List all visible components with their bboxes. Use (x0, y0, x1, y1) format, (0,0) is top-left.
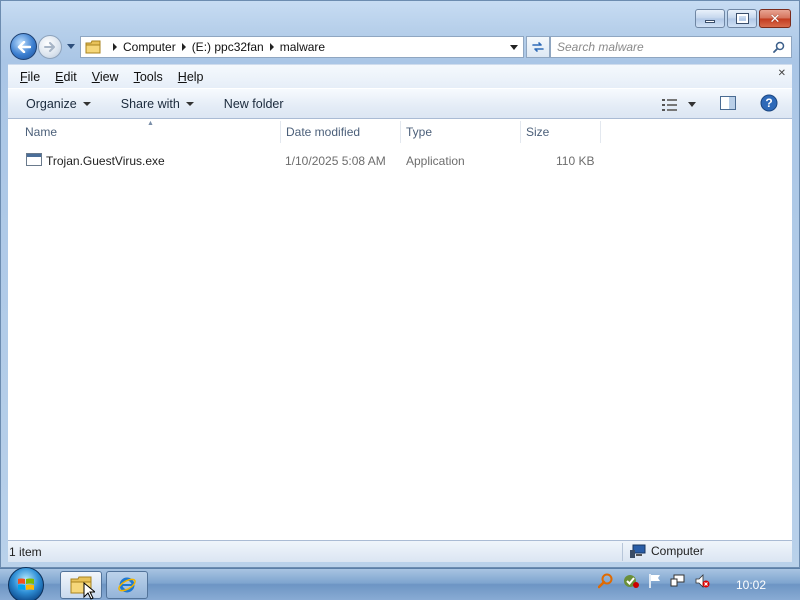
taskbar-explorer-button[interactable] (60, 571, 102, 600)
file-row[interactable]: Trojan.GuestVirus.exe 1/10/2025 5:08 AM … (8, 150, 792, 172)
network-icon[interactable] (670, 573, 686, 589)
minimize-button[interactable] (695, 9, 725, 28)
breadcrumb-malware[interactable]: malware (280, 40, 325, 54)
svg-text:?: ? (765, 96, 772, 110)
search-magnifier-icon[interactable] (598, 573, 614, 589)
mouse-cursor-icon (83, 582, 95, 600)
new-folder-label: New folder (223, 96, 284, 111)
chevron-down-icon (510, 44, 518, 50)
menu-tools[interactable]: Tools (134, 70, 163, 84)
action-center-flag-icon[interactable] (648, 573, 662, 589)
taskbar: 10:02 (0, 567, 800, 600)
help-button[interactable]: ? (760, 94, 778, 115)
application-icon (26, 153, 42, 166)
column-divider[interactable] (400, 121, 401, 143)
navigation-bar: Computer (E:) ppc32fan malware (8, 32, 792, 60)
column-divider[interactable] (600, 121, 601, 143)
arrow-left-icon (17, 40, 31, 53)
status-location: Computer (630, 544, 704, 558)
file-name: Trojan.GuestVirus.exe (46, 154, 165, 168)
item-count: 1 item (9, 544, 42, 559)
sort-up-icon: ▲ (147, 120, 154, 127)
close-button[interactable]: ✕ (759, 9, 791, 28)
new-folder-button[interactable]: New folder (224, 97, 284, 111)
recent-pages-button[interactable] (64, 38, 78, 54)
status-bar: 1 item Computer (8, 540, 792, 562)
address-history-button[interactable] (505, 37, 523, 57)
chevron-down-icon (688, 102, 696, 107)
command-bar: Organize Share with New folder ? (8, 88, 792, 119)
file-date-modified: 1/10/2025 5:08 AM (285, 154, 386, 168)
close-icon: ✕ (769, 11, 781, 26)
column-header-date-modified[interactable]: Date modified (286, 125, 360, 139)
file-list-pane[interactable]: ▲ Name Date modified Type Size Trojan.Gu… (8, 119, 792, 540)
status-divider (622, 543, 623, 561)
menubar-close-icon[interactable]: ✕ (778, 68, 786, 79)
search-box[interactable] (550, 36, 792, 58)
command-bar-right: ? (662, 94, 778, 115)
breadcrumb-drive[interactable]: (E:) ppc32fan (192, 40, 264, 54)
refresh-button[interactable] (526, 36, 550, 58)
search-input[interactable] (557, 40, 767, 54)
chevron-down-icon (82, 101, 91, 106)
security-shield-icon[interactable] (622, 573, 640, 589)
column-headers: ▲ Name Date modified Type Size (8, 119, 792, 145)
forward-button[interactable] (38, 35, 62, 59)
internet-explorer-icon (118, 577, 136, 593)
status-location-label: Computer (651, 544, 704, 558)
column-divider[interactable] (280, 121, 281, 143)
file-type: Application (406, 154, 465, 168)
column-divider[interactable] (520, 121, 521, 143)
menu-file[interactable]: File (20, 70, 40, 84)
menu-bar: File Edit View Tools Help ✕ (8, 64, 792, 88)
caption-buttons: ✕ (695, 9, 791, 28)
menu-help[interactable]: Help (178, 70, 204, 84)
chevron-down-icon (185, 101, 194, 106)
organize-button[interactable]: Organize (26, 97, 91, 111)
help-icon: ? (760, 94, 778, 112)
change-view-button[interactable] (662, 98, 696, 111)
minimize-icon (705, 20, 715, 23)
breadcrumb-arrow-icon[interactable] (269, 43, 274, 51)
maximize-icon (735, 13, 749, 24)
file-size: 110 KB (556, 154, 595, 168)
back-button[interactable] (10, 33, 37, 60)
chevron-down-icon (67, 43, 75, 49)
refresh-icon (532, 42, 544, 52)
column-header-size[interactable]: Size (526, 125, 549, 139)
details-view-icon (662, 98, 677, 111)
volume-muted-icon[interactable] (694, 573, 710, 589)
breadcrumb-arrow-icon[interactable] (181, 43, 186, 51)
arrow-right-icon (44, 42, 55, 52)
menu-view[interactable]: View (92, 70, 119, 84)
column-header-name[interactable]: Name (25, 125, 57, 139)
maximize-button[interactable] (727, 9, 757, 28)
menu-edit[interactable]: Edit (55, 70, 77, 84)
breadcrumb-arrow-icon[interactable] (113, 43, 117, 51)
system-tray (598, 573, 710, 589)
column-header-type[interactable]: Type (406, 125, 432, 139)
computer-icon (630, 544, 646, 558)
share-with-label: Share with (120, 96, 180, 111)
organize-label: Organize (26, 96, 77, 111)
breadcrumb-computer[interactable]: Computer (123, 40, 176, 54)
preview-pane-button[interactable] (720, 96, 736, 113)
preview-pane-icon (720, 96, 736, 110)
taskbar-ie-button[interactable] (106, 571, 148, 599)
taskbar-clock[interactable]: 10:02 (736, 578, 766, 592)
windows-logo-icon (18, 578, 34, 590)
search-icon[interactable] (773, 41, 785, 53)
folder-icon (85, 40, 101, 54)
address-bar[interactable]: Computer (E:) ppc32fan malware (80, 36, 524, 58)
share-with-button[interactable]: Share with (121, 97, 194, 111)
start-button[interactable] (8, 567, 44, 600)
